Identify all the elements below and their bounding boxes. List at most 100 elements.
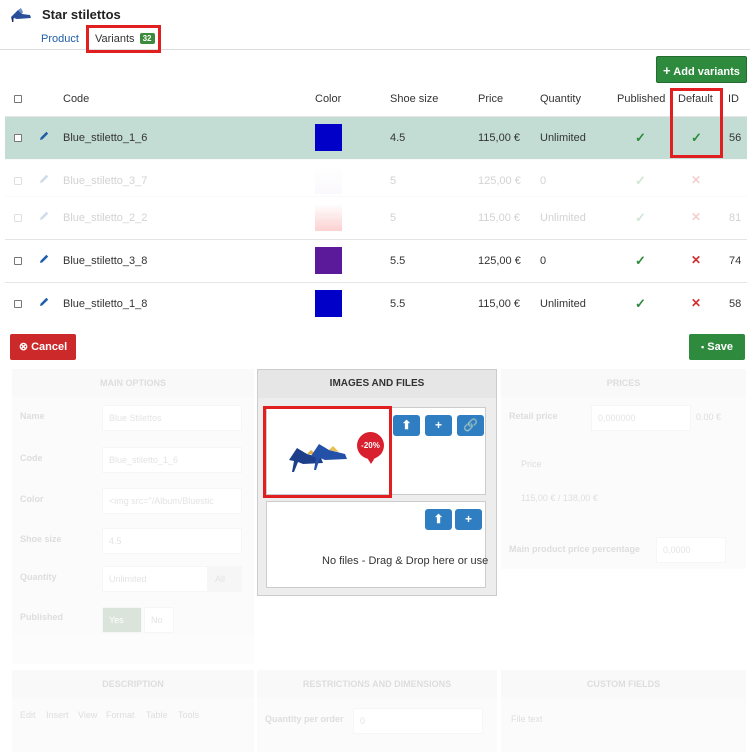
column-published[interactable]: Published <box>617 93 665 105</box>
highlight-variants-tab <box>86 25 161 53</box>
editor-menu-table[interactable]: Table <box>146 710 168 720</box>
main-options-panel: MAIN OPTIONS Name Blue Stilettos Code Bl… <box>12 369 254 664</box>
quantity-per-order-input[interactable]: 0 <box>353 708 483 734</box>
color-swatch <box>315 290 342 317</box>
row-checkbox[interactable] <box>14 214 22 222</box>
cell-shoe-size: 4.5 <box>390 132 406 144</box>
table-row[interactable]: Blue_stiletto_1_6 4.5 115,00 € Unlimited ✓ ✓ 5… <box>5 116 747 159</box>
column-price[interactable]: Price <box>478 93 503 105</box>
cell-id: 74 <box>729 255 742 267</box>
published-yes-toggle[interactable]: Yes <box>102 607 142 633</box>
upload-file-button[interactable]: ⬆ <box>425 509 452 530</box>
upload-icon: ⬆ <box>433 512 444 526</box>
save-icon: ▪ <box>701 342 705 352</box>
shoe-size-input[interactable]: 4.5 <box>102 528 242 554</box>
tab-product[interactable]: Product <box>41 33 79 45</box>
quantity-input[interactable]: Unlimited <box>102 566 208 592</box>
editor-menu-insert[interactable]: Insert <box>46 710 69 720</box>
default-cross-icon[interactable]: ✕ <box>691 173 701 187</box>
quantity-all-button[interactable]: All <box>208 566 242 592</box>
column-shoe-size[interactable]: Shoe size <box>390 93 438 105</box>
color-label: Color <box>20 494 44 504</box>
default-cross-icon[interactable]: ✕ <box>691 296 701 310</box>
cell-quantity: Unlimited <box>540 212 586 224</box>
upload-image-button[interactable]: ⬆ <box>393 415 420 436</box>
prices-title: PRICES <box>501 369 746 397</box>
link-image-button[interactable]: 🔗 <box>457 415 484 436</box>
default-cross-icon[interactable]: ✕ <box>691 210 701 224</box>
editor-menu-format[interactable]: Format <box>106 710 135 720</box>
cancel-button[interactable]: ⊗ Cancel <box>10 334 76 360</box>
default-cross-icon[interactable]: ✕ <box>691 253 701 267</box>
cell-id: 58 <box>729 298 742 310</box>
published-check-icon: ✓ <box>635 130 646 145</box>
cell-quantity: 0 <box>540 255 547 267</box>
code-input[interactable]: Blue_stiletto_1_6 <box>102 447 242 473</box>
cell-code: Blue_stiletto_3_8 <box>63 255 148 267</box>
editor-menu-view[interactable]: View <box>78 710 97 720</box>
row-checkbox[interactable] <box>14 177 22 185</box>
file-text-label: File text <box>511 714 543 724</box>
table-row[interactable]: Blue_stiletto_1_8 5.5 115,00 € Unlimited ✓ ✕ 5… <box>5 282 747 325</box>
images-and-files-title: IMAGES AND FILES <box>258 370 496 398</box>
add-variants-button[interactable]: + Add variants <box>656 56 747 83</box>
column-quantity[interactable]: Quantity <box>540 93 581 105</box>
main-options-title: MAIN OPTIONS <box>12 369 254 397</box>
add-variants-label: Add variants <box>673 66 740 78</box>
plus-icon: + <box>663 63 671 78</box>
select-all-checkbox[interactable] <box>14 95 22 103</box>
cancel-label: Cancel <box>31 341 68 353</box>
link-icon: 🔗 <box>463 418 478 432</box>
row-checkbox[interactable] <box>14 300 22 308</box>
add-file-button[interactable]: + <box>455 509 482 530</box>
retail-price-input[interactable]: 0,000000 <box>591 405 691 431</box>
cell-code: Blue_stiletto_3_7 <box>63 175 148 187</box>
files-dropzone[interactable]: ⬆ + No files - Drag & Drop here or use <box>266 501 489 588</box>
cell-quantity: Unlimited <box>540 298 586 310</box>
description-panel: DESCRIPTION Edit Insert View Format Tabl… <box>12 670 254 752</box>
price-label: Price <box>521 459 542 469</box>
color-input[interactable]: <img src="/Album/Bluestic <box>102 488 242 514</box>
quantity-label: Quantity <box>20 572 57 582</box>
column-id[interactable]: ID <box>728 93 739 105</box>
cell-quantity: Unlimited <box>540 132 586 144</box>
name-input[interactable]: Blue Stilettos <box>102 405 242 431</box>
edit-pencil-icon[interactable] <box>38 253 50 265</box>
column-color[interactable]: Color <box>315 93 341 105</box>
table-row[interactable]: Blue_stiletto_3_8 5.5 125,00 € 0 ✓ ✕ 74 <box>5 239 747 282</box>
cell-price: 115,00 € <box>478 132 521 144</box>
tab-product-label: Product <box>41 33 79 45</box>
edit-pencil-icon[interactable] <box>38 173 50 185</box>
add-image-button[interactable]: + <box>425 415 452 436</box>
cell-price: 115,00 € <box>478 298 521 310</box>
edit-pencil-icon[interactable] <box>38 296 50 308</box>
plus-icon: + <box>434 418 442 432</box>
main-percentage-label: Main product price percentage <box>509 544 641 554</box>
description-title: DESCRIPTION <box>12 670 254 698</box>
cell-shoe-size: 5.5 <box>390 298 406 310</box>
cell-price: 115,00 € <box>478 212 521 224</box>
cell-shoe-size: 5 <box>390 212 397 224</box>
highlight-image <box>263 406 392 498</box>
cell-shoe-size: 5 <box>390 175 397 187</box>
cell-code: Blue_stiletto_1_8 <box>63 298 148 310</box>
published-check-icon: ✓ <box>635 253 646 268</box>
cell-shoe-size: 5.5 <box>390 255 406 267</box>
row-checkbox[interactable] <box>14 257 22 265</box>
plus-icon: + <box>464 512 472 526</box>
published-no-toggle[interactable]: No <box>144 607 174 633</box>
restrictions-title: RESTRICTIONS AND DIMENSIONS <box>257 670 497 698</box>
prices-panel: PRICES Retail price 0,000000 0.00 € Pric… <box>501 369 746 569</box>
highlight-default-column <box>670 88 723 158</box>
main-percentage-input[interactable]: 0,0000 <box>656 537 726 563</box>
editor-menu-tools[interactable]: Tools <box>178 710 199 720</box>
shoe-size-label: Shoe size <box>20 534 62 544</box>
editor-menu-edit[interactable]: Edit <box>20 710 36 720</box>
edit-pencil-icon[interactable] <box>38 130 50 142</box>
table-row[interactable]: Blue_stiletto_2_2 5 115,00 € Unlimited ✓ ✕ 81 <box>5 196 747 239</box>
no-files-message: No files - Drag & Drop here or use <box>322 555 489 567</box>
column-code[interactable]: Code <box>63 93 89 105</box>
row-checkbox[interactable] <box>14 134 22 142</box>
save-button[interactable]: ▪ Save <box>689 334 745 360</box>
edit-pencil-icon[interactable] <box>38 210 50 222</box>
